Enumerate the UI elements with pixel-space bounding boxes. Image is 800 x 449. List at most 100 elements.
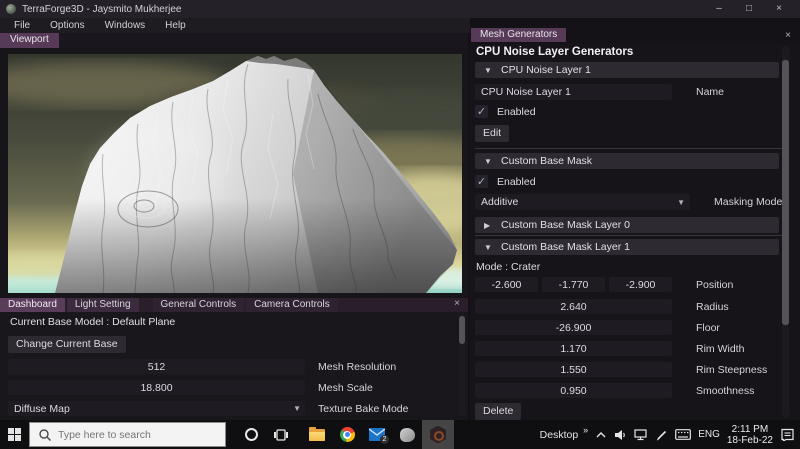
window-titlebar: TerraForge3D - Jaysmito Mukherjee – □ × [0, 0, 800, 18]
maximize-icon[interactable]: □ [734, 0, 764, 18]
collapse-closed-icon: ▶ [484, 220, 491, 230]
floor-input[interactable]: -26.900 [475, 320, 672, 335]
viewport-panel: Viewport [0, 33, 468, 298]
taskbar-clock[interactable]: 2:11 PM 18-Feb-22 [727, 424, 773, 446]
taskbar: 2 Desktop » [0, 420, 800, 449]
terraforge3d-icon [430, 425, 446, 444]
tab-light-setting[interactable]: Light Setting [66, 298, 139, 312]
current-base-model-text: Current Base Model : Default Plane [10, 316, 176, 328]
header-custom-base-mask-layer-1[interactable]: ▼ Custom Base Mask Layer 1 [475, 239, 779, 255]
terrain-render[interactable] [8, 54, 462, 293]
chrome-button[interactable] [332, 420, 362, 449]
search-input[interactable] [30, 423, 225, 446]
scrollbar-thumb[interactable] [459, 316, 465, 344]
minimize-icon[interactable]: – [704, 0, 734, 18]
delete-button[interactable]: Delete [475, 403, 522, 420]
menu-options[interactable]: Options [40, 20, 94, 31]
enabled-label: Enabled [497, 105, 536, 118]
windows-logo-icon [8, 428, 21, 441]
overflow-chevron-icon[interactable]: » [583, 425, 588, 435]
pen-icon[interactable] [655, 429, 668, 441]
mesh-generators-tabbar: Mesh Generators × [470, 25, 800, 44]
close-icon[interactable]: × [785, 30, 791, 41]
tab-mesh-generators[interactable]: Mesh Generators [471, 28, 567, 42]
mesh-scale-label: Mesh Scale [318, 381, 373, 394]
tab-viewport[interactable]: Viewport [0, 33, 59, 48]
masking-mode-value: Additive [481, 196, 519, 208]
tab-camera-controls[interactable]: Camera Controls [246, 298, 338, 312]
taskbar-search[interactable] [29, 422, 226, 447]
tab-dashboard[interactable]: Dashboard [0, 298, 65, 312]
task-view-icon [274, 428, 288, 441]
chevron-down-icon: ▼ [677, 197, 685, 207]
file-explorer-button[interactable] [302, 420, 332, 449]
folder-icon [309, 426, 325, 441]
cortana-button[interactable] [236, 420, 266, 449]
viewport-tabbar: Viewport [0, 33, 468, 48]
app-button[interactable] [392, 420, 422, 449]
texture-bake-mode-value: Diffuse Map [14, 402, 70, 415]
header-label: CPU Noise Layer 1 [501, 64, 591, 76]
layer-name-input[interactable]: CPU Noise Layer 1 [475, 84, 672, 100]
smoothness-input[interactable]: 0.950 [475, 383, 672, 398]
header-label: Custom Base Mask [501, 155, 593, 167]
smoothness-label: Smoothness [696, 384, 755, 397]
enabled-checkbox[interactable]: ✓ [475, 105, 488, 118]
start-button[interactable] [0, 420, 29, 449]
tab-general-controls[interactable]: General Controls [152, 298, 245, 312]
rim-steepness-input[interactable]: 1.550 [475, 362, 672, 377]
rim-width-input[interactable]: 1.170 [475, 341, 672, 356]
close-icon[interactable]: × [764, 0, 794, 18]
radius-input[interactable]: 2.640 [475, 299, 672, 314]
dashboard-content: Current Base Model : Default Plane Chang… [0, 312, 468, 416]
mail-badge: 2 [380, 435, 389, 444]
change-current-base-button[interactable]: Change Current Base [8, 336, 126, 353]
position-y-input[interactable]: -1.770 [542, 277, 605, 292]
desktop: TerraForge3D - Jaysmito Mukherjee – □ × … [0, 0, 800, 449]
check-icon: ✓ [476, 176, 487, 188]
masking-mode-select[interactable]: Additive ▼ [475, 194, 690, 210]
mesh-scale-input[interactable]: 18.800 [8, 380, 305, 395]
header-label: Custom Base Mask Layer 0 [501, 219, 630, 231]
mail-button[interactable]: 2 [362, 420, 392, 449]
dashboard-scrollbar[interactable] [459, 314, 465, 416]
name-label: Name [696, 86, 725, 98]
menu-bar: File Options Windows Help [0, 18, 470, 33]
touch-keyboard-icon[interactable] [675, 429, 692, 440]
terrain-3d-view [8, 54, 462, 293]
terraforge3d-taskbar-button[interactable] [422, 420, 454, 449]
window-controls: – □ × [704, 0, 794, 18]
network-icon[interactable] [634, 428, 648, 441]
divider [475, 148, 788, 149]
menu-windows[interactable]: Windows [95, 20, 156, 31]
header-custom-base-mask-layer-0[interactable]: ▶ Custom Base Mask Layer 0 [475, 217, 779, 233]
header-custom-base-mask[interactable]: ▼ Custom Base Mask [475, 153, 779, 169]
close-icon[interactable]: × [454, 298, 460, 309]
header-cpu-noise-layer-1[interactable]: ▼ CPU Noise Layer 1 [475, 62, 779, 78]
language-indicator[interactable]: ENG [698, 429, 720, 440]
notification-center-icon[interactable] [780, 428, 795, 441]
mesh-resolution-label: Mesh Resolution [318, 360, 397, 373]
texture-bake-mode-label: Texture Bake Mode [318, 402, 409, 415]
cortana-icon [244, 428, 258, 441]
mask-enabled-checkbox[interactable]: ✓ [475, 175, 488, 188]
show-hidden-icons-chevron[interactable] [595, 430, 607, 440]
texture-bake-mode-select[interactable]: Diffuse Map ▼ [8, 401, 305, 416]
edit-button[interactable]: Edit [475, 125, 510, 142]
speaker-icon[interactable] [614, 429, 627, 441]
position-x-input[interactable]: -2.600 [475, 277, 538, 292]
clock-date: 18-Feb-22 [726, 434, 773, 446]
mail-icon: 2 [368, 428, 389, 444]
mesh-resolution-input[interactable]: 512 [8, 359, 305, 374]
task-view-button[interactable] [266, 420, 296, 449]
scrollbar-thumb[interactable] [782, 60, 789, 325]
menu-file[interactable]: File [4, 20, 40, 31]
rim-steepness-label: Rim Steepness [696, 363, 768, 376]
menu-help[interactable]: Help [155, 20, 196, 31]
floor-label: Floor [696, 321, 720, 334]
header-label: Custom Base Mask Layer 1 [501, 241, 630, 253]
position-z-input[interactable]: -2.900 [609, 277, 672, 292]
clock-time: 2:11 PM [731, 423, 769, 435]
desktop-label[interactable]: Desktop [540, 429, 579, 441]
panel-scrollbar[interactable] [782, 46, 789, 418]
